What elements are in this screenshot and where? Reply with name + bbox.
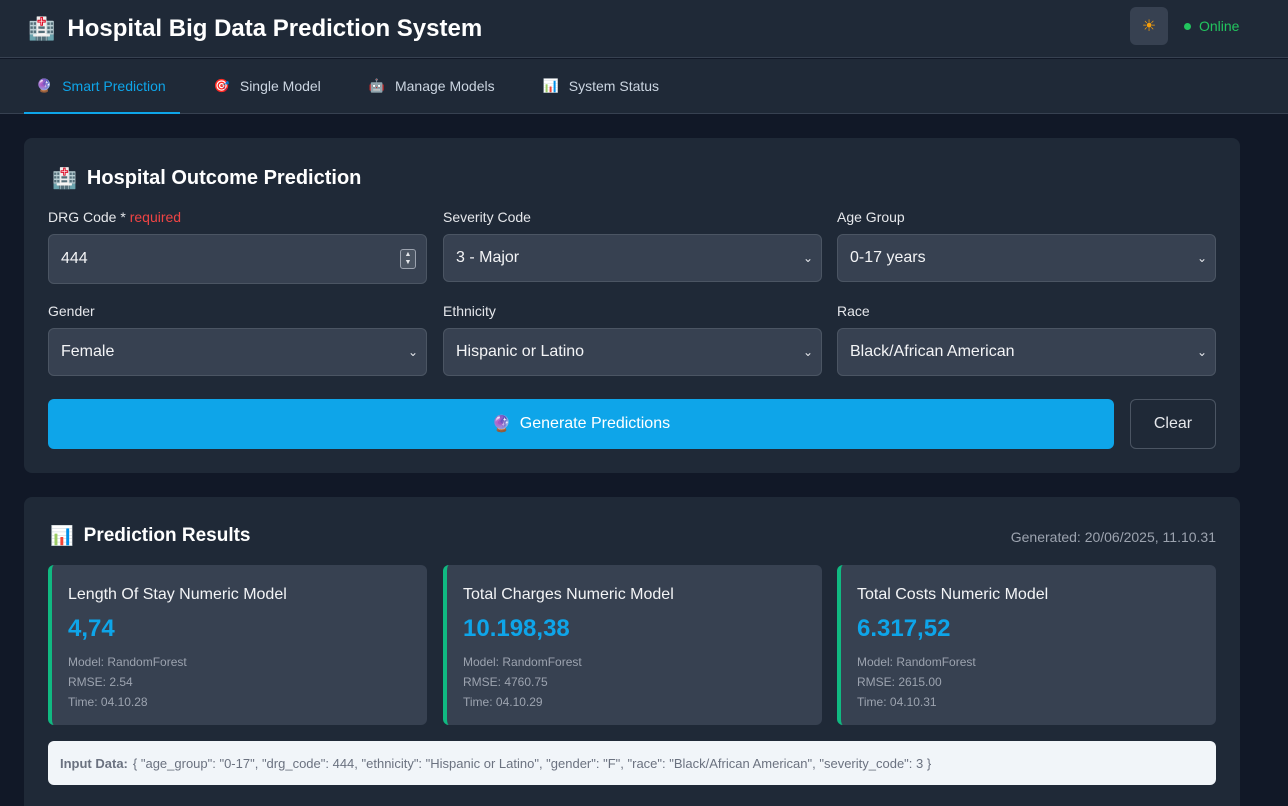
result-card-length-of-stay: Length Of Stay Numeric Model 4,74 Model:… bbox=[48, 565, 427, 725]
result-value: 10.198,38 bbox=[463, 615, 570, 642]
hospital-icon: 🏥 bbox=[28, 15, 56, 41]
severity-code-value: 3 - Major bbox=[456, 249, 520, 266]
tab-single-model[interactable]: 🎯 Single Model bbox=[202, 59, 335, 113]
target-icon: 🎯 bbox=[213, 78, 230, 93]
age-group-label: Age Group bbox=[837, 209, 905, 225]
bar-chart-icon: 📊 bbox=[50, 526, 74, 547]
severity-code-label: Severity Code bbox=[443, 209, 531, 225]
nav-tabs: 🔮 Smart Prediction 🎯 Single Model 🤖 Mana… bbox=[0, 59, 1288, 114]
form-title-text: Hospital Outcome Prediction bbox=[86, 167, 362, 189]
number-stepper[interactable]: ▲ ▼ bbox=[400, 249, 416, 269]
result-model: Model: RandomForest bbox=[463, 655, 582, 669]
result-title: Total Charges Numeric Model bbox=[463, 586, 674, 603]
chevron-down-icon: ⌄ bbox=[802, 251, 813, 265]
drg-code-label: DRG Code * required bbox=[48, 209, 181, 225]
chevron-down-icon: ⌄ bbox=[407, 345, 418, 359]
result-rmse: RMSE: 2615.00 bbox=[857, 675, 942, 689]
race-select[interactable]: Black/African American ⌄ bbox=[837, 328, 1216, 376]
prediction-results-card: 📊 Prediction Results Generated: 20/06/20… bbox=[24, 497, 1240, 806]
chevron-up-icon: ▲ bbox=[404, 251, 412, 258]
crystal-ball-icon: 🔮 bbox=[36, 78, 53, 93]
race-label: Race bbox=[837, 303, 870, 319]
result-card-total-charges: Total Charges Numeric Model 10.198,38 Mo… bbox=[443, 565, 822, 725]
robot-icon: 🤖 bbox=[368, 78, 385, 93]
age-group-select[interactable]: 0-17 years ⌄ bbox=[837, 234, 1216, 282]
chevron-down-icon: ⌄ bbox=[802, 345, 813, 359]
form-title: 🏥 Hospital Outcome Prediction bbox=[52, 166, 361, 191]
generate-predictions-button[interactable]: 🔮 Generate Predictions bbox=[48, 399, 1114, 449]
bar-chart-icon: 📊 bbox=[542, 78, 559, 93]
chevron-down-icon: ⌄ bbox=[1196, 251, 1207, 265]
tab-label: Smart Prediction bbox=[62, 78, 166, 94]
gender-label: Gender bbox=[48, 303, 95, 319]
app-header: 🏥 Hospital Big Data Prediction System bbox=[0, 0, 1288, 58]
result-time: Time: 04.10.29 bbox=[463, 695, 543, 709]
generated-timestamp: Generated: 20/06/2025, 11.10.31 bbox=[1010, 529, 1216, 545]
result-time: Time: 04.10.28 bbox=[68, 695, 148, 709]
result-title: Total Costs Numeric Model bbox=[857, 586, 1049, 603]
app-title: Hospital Big Data Prediction System bbox=[67, 14, 483, 42]
result-rmse: RMSE: 4760.75 bbox=[463, 675, 548, 689]
crystal-ball-icon: 🔮 bbox=[491, 416, 512, 433]
result-value: 6.317,52 bbox=[857, 615, 951, 642]
drg-code-input[interactable]: 444 ▲ ▼ bbox=[48, 234, 427, 284]
generate-predictions-label: Generate Predictions bbox=[519, 415, 671, 432]
result-rmse: RMSE: 2.54 bbox=[68, 675, 133, 689]
drg-code-value: 444 bbox=[61, 250, 88, 267]
results-title-text: Prediction Results bbox=[83, 525, 251, 546]
results-title: 📊 Prediction Results bbox=[50, 524, 251, 548]
gender-select[interactable]: Female ⌄ bbox=[48, 328, 427, 376]
required-indicator: required bbox=[129, 209, 182, 225]
age-group-value: 0-17 years bbox=[850, 249, 926, 266]
result-value: 4,74 bbox=[68, 615, 115, 642]
status-dot bbox=[1184, 22, 1191, 30]
tab-system-status[interactable]: 📊 System Status bbox=[531, 59, 673, 113]
result-model: Model: RandomForest bbox=[68, 655, 187, 669]
chevron-down-icon: ▼ bbox=[404, 259, 412, 266]
theme-toggle-button[interactable]: ☀ bbox=[1130, 7, 1168, 45]
chevron-down-icon: ⌄ bbox=[1196, 345, 1207, 359]
ethnicity-select[interactable]: Hispanic or Latino ⌄ bbox=[443, 328, 822, 376]
input-data-summary: Input Data: { "age_group": "0-17", "drg_… bbox=[48, 741, 1216, 785]
hospital-icon: 🏥 bbox=[52, 168, 77, 190]
tab-manage-models[interactable]: 🤖 Manage Models bbox=[357, 59, 509, 113]
status-text: Online bbox=[1199, 18, 1240, 34]
result-title: Length Of Stay Numeric Model bbox=[68, 586, 287, 603]
gender-value: Female bbox=[61, 343, 115, 360]
drg-code-label-text: DRG Code * bbox=[48, 209, 126, 225]
prediction-form-card: 🏥 Hospital Outcome Prediction DRG Code *… bbox=[24, 138, 1240, 473]
tab-label: System Status bbox=[568, 78, 660, 94]
sun-icon: ☀ bbox=[1141, 18, 1157, 35]
severity-code-select[interactable]: 3 - Major ⌄ bbox=[443, 234, 822, 282]
result-time: Time: 04.10.31 bbox=[857, 695, 937, 709]
result-card-total-costs: Total Costs Numeric Model 6.317,52 Model… bbox=[837, 565, 1216, 725]
ethnicity-value: Hispanic or Latino bbox=[456, 343, 585, 360]
status-indicator: Online bbox=[1184, 18, 1239, 34]
tab-smart-prediction[interactable]: 🔮 Smart Prediction bbox=[24, 59, 180, 114]
result-model: Model: RandomForest bbox=[857, 655, 976, 669]
ethnicity-label: Ethnicity bbox=[443, 303, 496, 319]
input-data-value: { "age_group": "0-17", "drg_code": 444, … bbox=[132, 755, 932, 771]
clear-button[interactable]: Clear bbox=[1130, 399, 1216, 449]
tab-label: Manage Models bbox=[394, 78, 495, 94]
tab-label: Single Model bbox=[239, 78, 321, 94]
race-value: Black/African American bbox=[850, 343, 1015, 360]
input-data-label: Input Data: bbox=[60, 755, 128, 771]
